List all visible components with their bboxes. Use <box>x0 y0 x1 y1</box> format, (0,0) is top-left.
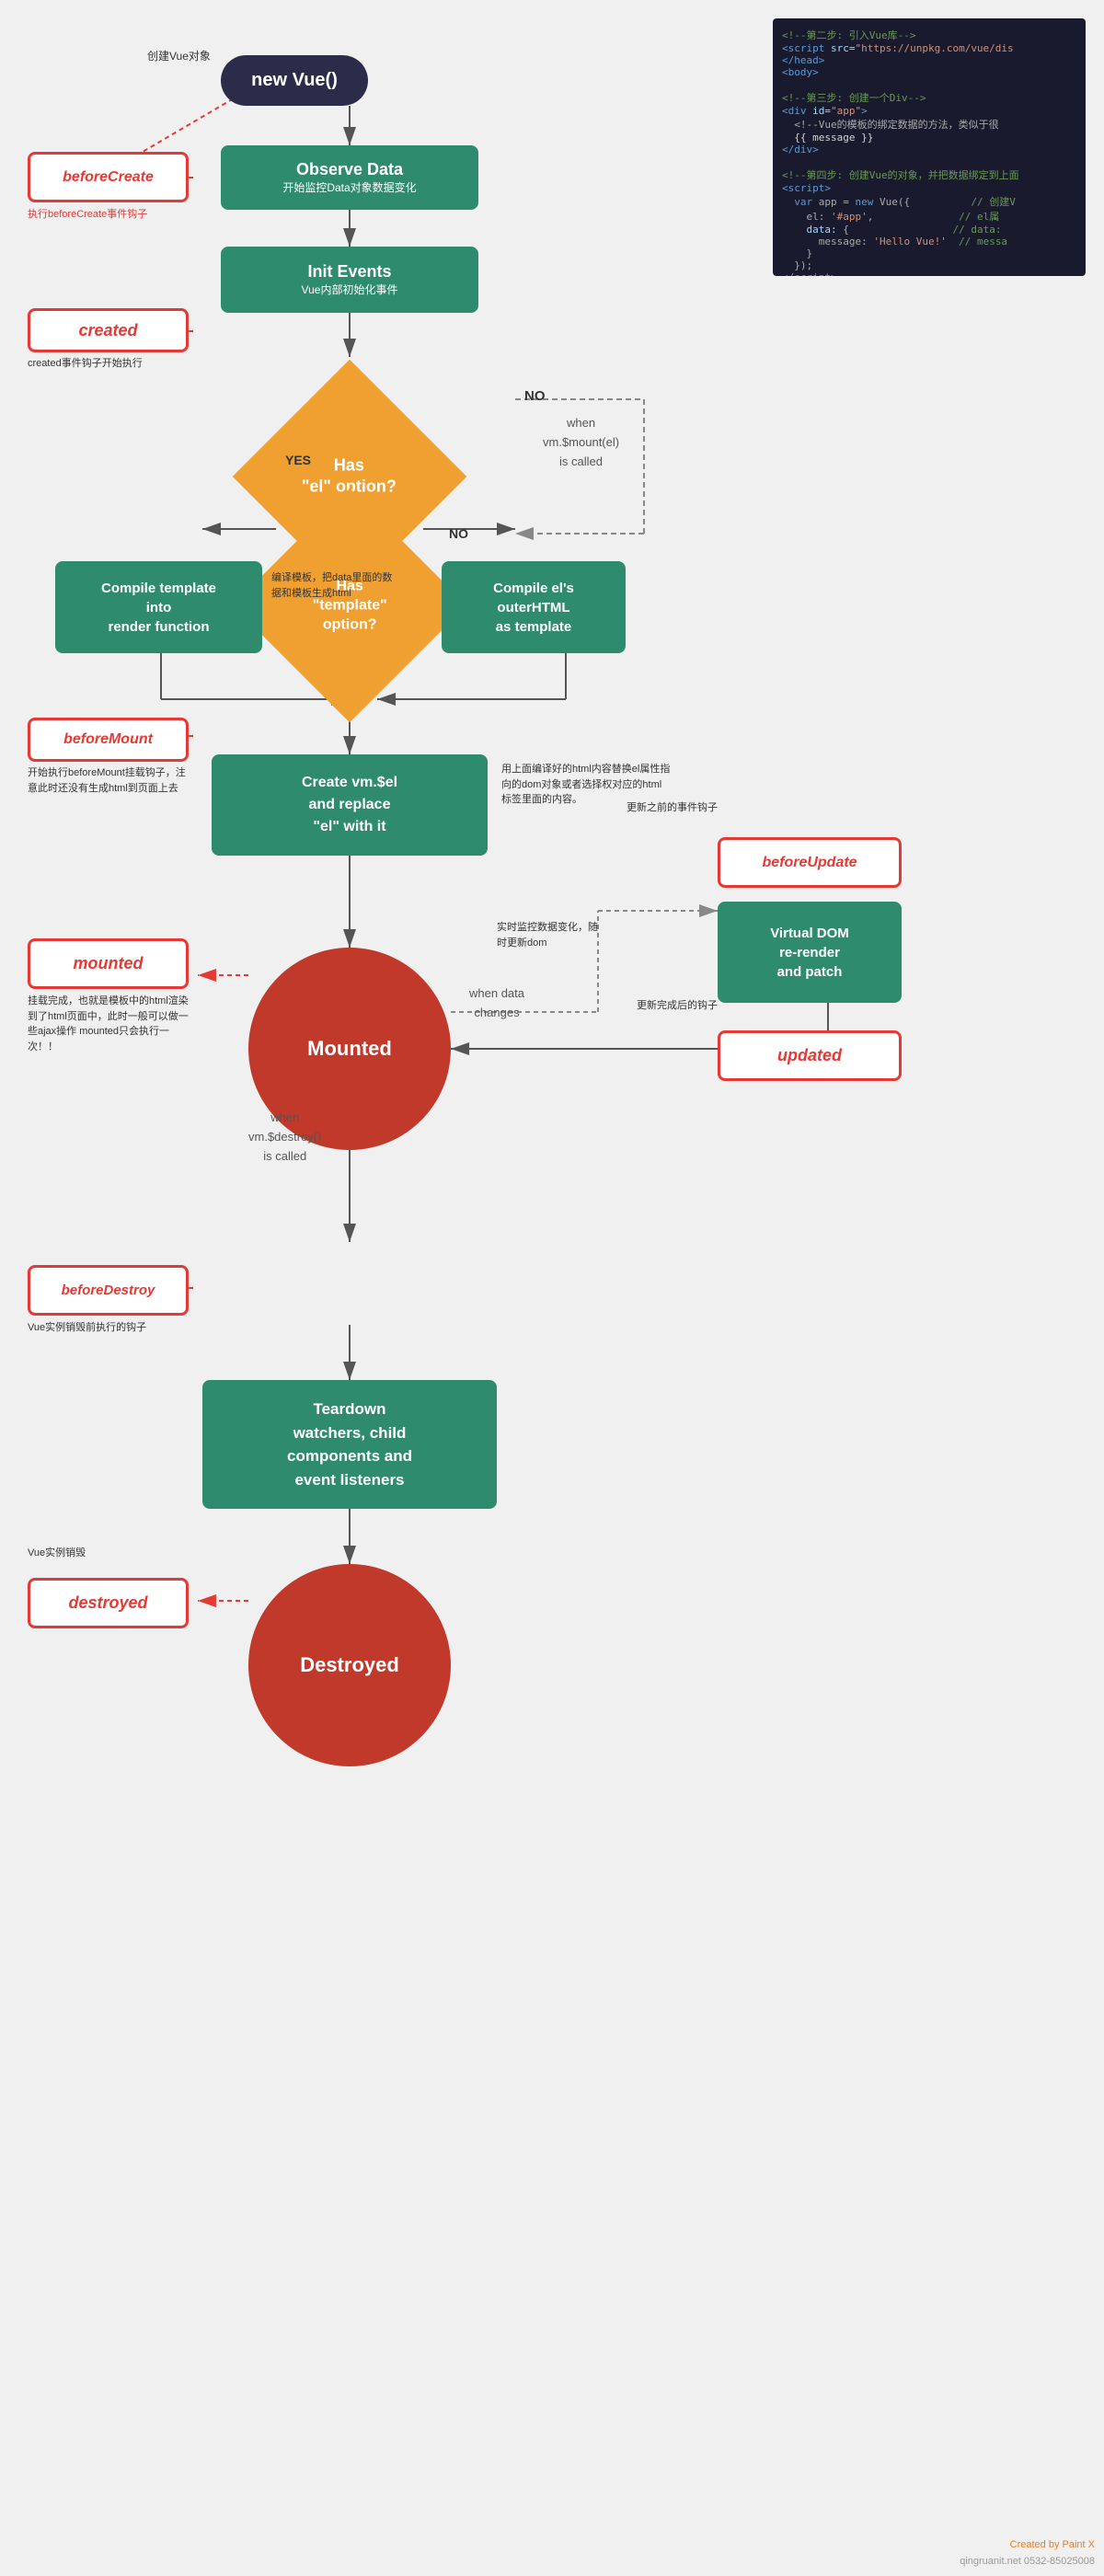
node-destroyed: Destroyed <box>248 1564 451 1766</box>
hook-before-create: beforeCreate <box>28 152 189 202</box>
code-line-6: {{ message }} <box>782 132 1076 144</box>
hook-before-destroy: beforeDestroy <box>28 1265 189 1316</box>
hook-created: created <box>28 308 189 352</box>
node-teardown: Teardownwatchers, childcomponents andeve… <box>202 1380 497 1509</box>
node-new-vue: new Vue() <box>221 55 368 106</box>
code-line-9: var app = new Vue({ // 创建V <box>782 194 1076 209</box>
code-line-7: </div> <box>782 144 1076 155</box>
node-compile-template: Compile templateintorender function <box>55 561 262 653</box>
node-has-template: Has"template"option? <box>230 486 469 725</box>
watermark2: Created by Paint X <box>1010 2539 1095 2550</box>
code-screenshot: <!--第二步: 引入Vue库--> <script src="https://… <box>773 18 1086 276</box>
label-yes-el: YES <box>285 451 311 470</box>
label-create-vue: 创建Vue对象 <box>147 48 211 64</box>
hook-mounted-sub: 挂载完成，也就是模板中的html渲染到了html页面中，此时一般可以做一些aja… <box>28 994 189 1054</box>
code-comment-2: <!--第三步: 创建一个Div--> <box>782 90 1076 105</box>
hook-created-sub: created事件钩子开始执行 <box>28 356 189 372</box>
node-compile-outerhtml: Compile el'souterHTMLas template <box>442 561 626 653</box>
code-line-10: el: '#app', // el属 <box>782 209 1076 224</box>
hook-updated: updated <box>718 1030 902 1081</box>
watermark: qingruanit.net 0532-85025008 <box>960 2556 1095 2567</box>
hook-before-destroy-sub: Vue实例销毁前执行的钩子 <box>28 1320 189 1336</box>
hook-before-update: beforeUpdate <box>718 837 902 888</box>
annotation-realtime: 实时监控数据变化，随时更新dom <box>497 920 607 950</box>
label-no-el: NO <box>524 386 546 408</box>
label-vm-mount: whenvm.$mount(el)is called <box>543 414 619 471</box>
code-line-13: } <box>782 247 1076 259</box>
code-line-12: message: 'Hello Vue!' // messa <box>782 236 1076 247</box>
code-line-14: }); <box>782 259 1076 271</box>
code-comment-1: <!--第二步: 引入Vue库--> <box>782 28 1076 42</box>
code-line-15: </script> <box>782 271 1076 276</box>
code-line-2: </head> <box>782 54 1076 66</box>
node-create-vm: Create vm.$eland replace"el" with it <box>212 754 488 856</box>
code-line-8: <script> <box>782 182 1076 194</box>
hook-updated-sub: 更新完成后的钩子 <box>607 998 718 1014</box>
hook-mounted: mounted <box>28 938 189 989</box>
label-no-template: NO <box>449 524 468 544</box>
node-observe-data: Observe Data 开始监控Data对象数据变化 <box>221 145 478 210</box>
node-init-events: Init Events Vue内部初始化事件 <box>221 247 478 313</box>
code-line-1: <script src="https://unpkg.com/vue/dis <box>782 42 1076 54</box>
node-virtual-dom: Virtual DOMre-renderand patch <box>718 902 902 1003</box>
code-line-11: data: { // data: <box>782 224 1076 236</box>
diagram-container: <!--第二步: 引入Vue库--> <script src="https://… <box>0 0 1104 2576</box>
hook-destroyed-sub: Vue实例销毁 <box>28 1546 101 1561</box>
annotation-compile: 编译模板，把data里面的数据和模板生成html <box>271 570 400 601</box>
label-when-destroy: whenvm.$destroy()is called <box>248 1109 321 1166</box>
hook-destroyed: destroyed <box>28 1578 189 1628</box>
label-when-data-changes: when datachanges <box>469 984 524 1023</box>
code-line-4: <div id="app"> <box>782 105 1076 117</box>
hook-before-create-sub: 执行beforeCreate事件钩子 <box>28 207 189 223</box>
hook-before-mount: beforeMount <box>28 718 189 762</box>
hook-before-update-sub: 更新之前的事件钩子 <box>607 800 718 816</box>
code-line-3: <body> <box>782 66 1076 78</box>
code-comment-3: <!--第四步: 创建Vue的对象，并把数据绑定到上面 <box>782 167 1076 182</box>
hook-before-mount-sub: 开始执行beforeMount挂载钩子，注意此时还没有生成html到页面上去 <box>28 765 189 796</box>
code-line-5: <!--Vue的模板的绑定数据的方法，类似于很 <box>782 117 1076 132</box>
